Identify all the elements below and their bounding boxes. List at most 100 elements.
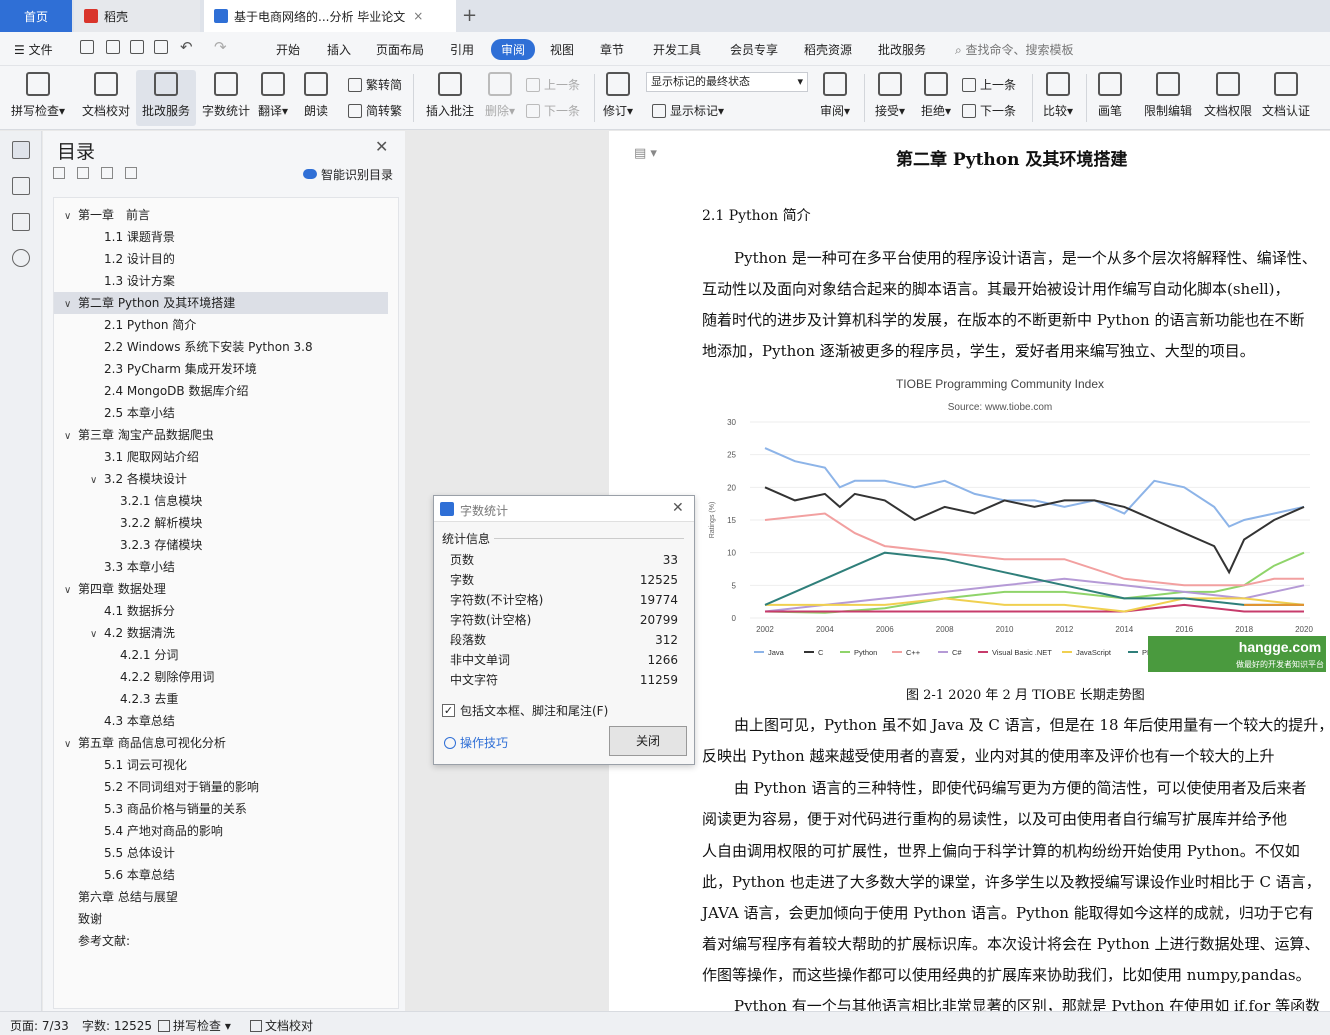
remove-heading-icon[interactable] — [125, 167, 137, 179]
smart-toc-button[interactable]: 智能识别目录 — [303, 166, 393, 183]
toc-item[interactable]: 3.2.2 解析模块 — [54, 512, 388, 534]
close-icon[interactable]: ✕ — [672, 500, 684, 516]
toc-item[interactable]: 4.2.2 剔除停用词 — [54, 666, 388, 688]
toc-item[interactable]: 2.3 PyCharm 集成开发环境 — [54, 358, 388, 380]
menu-correction[interactable]: 批改服务 — [878, 41, 926, 58]
preview-icon[interactable] — [154, 40, 168, 54]
toc-item[interactable]: ∨ 第五章 商品信息可视化分析 — [54, 732, 388, 754]
accept-button[interactable]: 接受▾ — [868, 70, 912, 126]
spell-check-button[interactable]: 拼写检查▾ — [8, 70, 68, 126]
expand-up-icon[interactable] — [77, 167, 89, 179]
chevron-down-icon[interactable]: ∨ — [64, 206, 78, 228]
prev-comment-button[interactable]: 上一条 — [526, 76, 580, 93]
doc-cert-button[interactable]: 文档认证 — [1256, 70, 1316, 126]
chevron-down-icon[interactable]: ∨ — [64, 294, 78, 316]
menu-member[interactable]: 会员专享 — [730, 41, 778, 58]
page-layout-icon[interactable]: ▤ ▾ — [634, 146, 657, 161]
compare-button[interactable]: 比较▾ — [1036, 70, 1080, 126]
chevron-down-icon[interactable]: ∨ — [64, 426, 78, 448]
toc-item[interactable]: 1.1 课题背景 — [54, 226, 388, 248]
toc-item[interactable]: 3.1 爬取网站介绍 — [54, 446, 388, 468]
toc-item[interactable]: ∨ 第一章 前言 — [54, 204, 388, 226]
toc-item[interactable]: 2.1 Python 简介 — [54, 314, 388, 336]
chapter-nav-icon[interactable] — [12, 177, 30, 195]
include-notes-checkbox[interactable]: ✓ 包括文本框、脚注和尾注(F) — [442, 702, 608, 719]
chevron-down-icon[interactable]: ∨ — [64, 734, 78, 756]
toc-icon[interactable] — [12, 141, 30, 159]
toc-item[interactable]: 1.2 设计目的 — [54, 248, 388, 270]
toc-item[interactable]: 3.3 本章小结 — [54, 556, 388, 578]
menu-insert[interactable]: 插入 — [327, 41, 351, 58]
new-tab-icon[interactable]: + — [462, 5, 477, 26]
toc-item[interactable]: ∨ 第四章 数据处理 — [54, 578, 388, 600]
toc-item[interactable]: 5.1 词云可视化 — [54, 754, 388, 776]
correction-service-button[interactable]: 批改服务 — [136, 70, 196, 126]
add-heading-icon[interactable] — [101, 167, 113, 179]
track-changes-button[interactable]: 修订▾ — [598, 70, 638, 126]
menu-reference[interactable]: 引用 — [450, 41, 474, 58]
trad-to-simp-button[interactable]: 繁转简 — [348, 76, 402, 93]
show-markup-button[interactable]: 显示标记 ▾ — [652, 102, 724, 119]
toc-item[interactable]: 5.2 不同词组对于销量的影响 — [54, 776, 388, 798]
page-indicator[interactable]: 页面: 7/33 — [10, 1017, 69, 1034]
tab-close-icon[interactable]: × — [413, 9, 423, 23]
print-icon[interactable] — [130, 40, 144, 54]
toc-item[interactable]: 4.3 本章总结 — [54, 710, 388, 732]
chevron-down-icon[interactable]: ∨ — [64, 580, 78, 602]
redo-icon[interactable]: ↷ — [214, 38, 227, 56]
word-count-indicator[interactable]: 字数: 12525 — [82, 1017, 152, 1034]
toc-item[interactable]: 1.3 设计方案 — [54, 270, 388, 292]
review-pane-button[interactable]: 审阅▾ — [812, 70, 858, 126]
next-comment-button[interactable]: 下一条 — [526, 102, 580, 119]
tab-document[interactable]: 基于电商网络的...分析 毕业论文 × — [204, 0, 456, 32]
menu-chapter[interactable]: 章节 — [600, 41, 624, 58]
toc-item[interactable]: ∨ 第三章 淘宝产品数据爬虫 — [54, 424, 388, 446]
tab-home[interactable]: 首页 — [0, 0, 72, 32]
pen-button[interactable]: 画笔 — [1090, 70, 1130, 126]
toc-item[interactable]: 5.5 总体设计 — [54, 842, 388, 864]
collapse-all-icon[interactable] — [53, 167, 65, 179]
toc-item[interactable]: 5.4 产地对商品的影响 — [54, 820, 388, 842]
restrict-editing-button[interactable]: 限制编辑 — [1138, 70, 1198, 126]
toc-item[interactable]: 2.2 Windows 系统下安装 Python 3.8 — [54, 336, 388, 358]
tips-link[interactable]: 操作技巧 — [444, 734, 508, 751]
toc-item[interactable]: ∨ 4.2 数据清洗 — [54, 622, 388, 644]
toc-item[interactable]: 致谢 — [54, 908, 388, 930]
doc-permission-button[interactable]: 文档权限 — [1198, 70, 1258, 126]
prev-change-button[interactable]: 上一条 — [962, 76, 1016, 93]
bookmark-icon[interactable] — [12, 213, 30, 231]
markup-state-select[interactable]: 显示标记的最终状态 ▾ — [646, 72, 808, 92]
menu-devtools[interactable]: 开发工具 — [653, 41, 701, 58]
toc-item[interactable]: 5.6 本章总结 — [54, 864, 388, 886]
insert-comment-button[interactable]: 插入批注 — [420, 70, 480, 126]
menu-view[interactable]: 视图 — [550, 41, 574, 58]
toc-item[interactable]: 3.2.3 存储模块 — [54, 534, 388, 556]
toc-item[interactable]: ∨ 3.2 各模块设计 — [54, 468, 388, 490]
doc-proof-button[interactable]: 文档校对 — [76, 70, 136, 126]
next-change-button[interactable]: 下一条 — [962, 102, 1016, 119]
toc-item[interactable]: 5.3 商品价格与销量的关系 — [54, 798, 388, 820]
toc-item[interactable]: 2.4 MongoDB 数据库介绍 — [54, 380, 388, 402]
reject-button[interactable]: 拒绝▾ — [914, 70, 958, 126]
toc-item[interactable]: 第六章 总结与展望 — [54, 886, 388, 908]
close-button[interactable]: 关闭 — [609, 726, 687, 756]
delete-comment-button[interactable]: 删除▾ — [480, 70, 520, 126]
menu-start[interactable]: 开始 — [276, 41, 300, 58]
status-spell-check[interactable]: 拼写检查 ▾ — [158, 1017, 231, 1034]
tab-daoke[interactable]: 稻壳 — [74, 0, 200, 32]
save-icon[interactable] — [80, 40, 94, 54]
export-icon[interactable] — [106, 40, 120, 54]
undo-icon[interactable]: ↶ — [180, 38, 193, 56]
menu-review[interactable]: 审阅 — [491, 39, 536, 60]
menu-layout[interactable]: 页面布局 — [376, 41, 424, 58]
toc-item[interactable]: 4.2.3 去重 — [54, 688, 388, 710]
word-count-button[interactable]: 字数统计 — [196, 70, 256, 126]
toc-item[interactable]: ∨ 第二章 Python 及其环境搭建 — [54, 292, 388, 314]
chevron-down-icon[interactable]: ∨ — [90, 470, 104, 492]
toc-item[interactable]: 2.5 本章小结 — [54, 402, 388, 424]
dialog-titlebar[interactable]: 字数统计 ✕ — [434, 496, 694, 522]
translate-button[interactable]: 翻译▾ — [250, 70, 296, 126]
search-icon[interactable] — [12, 249, 30, 267]
toc-item[interactable]: 3.2.1 信息模块 — [54, 490, 388, 512]
chevron-down-icon[interactable]: ∨ — [90, 624, 104, 646]
